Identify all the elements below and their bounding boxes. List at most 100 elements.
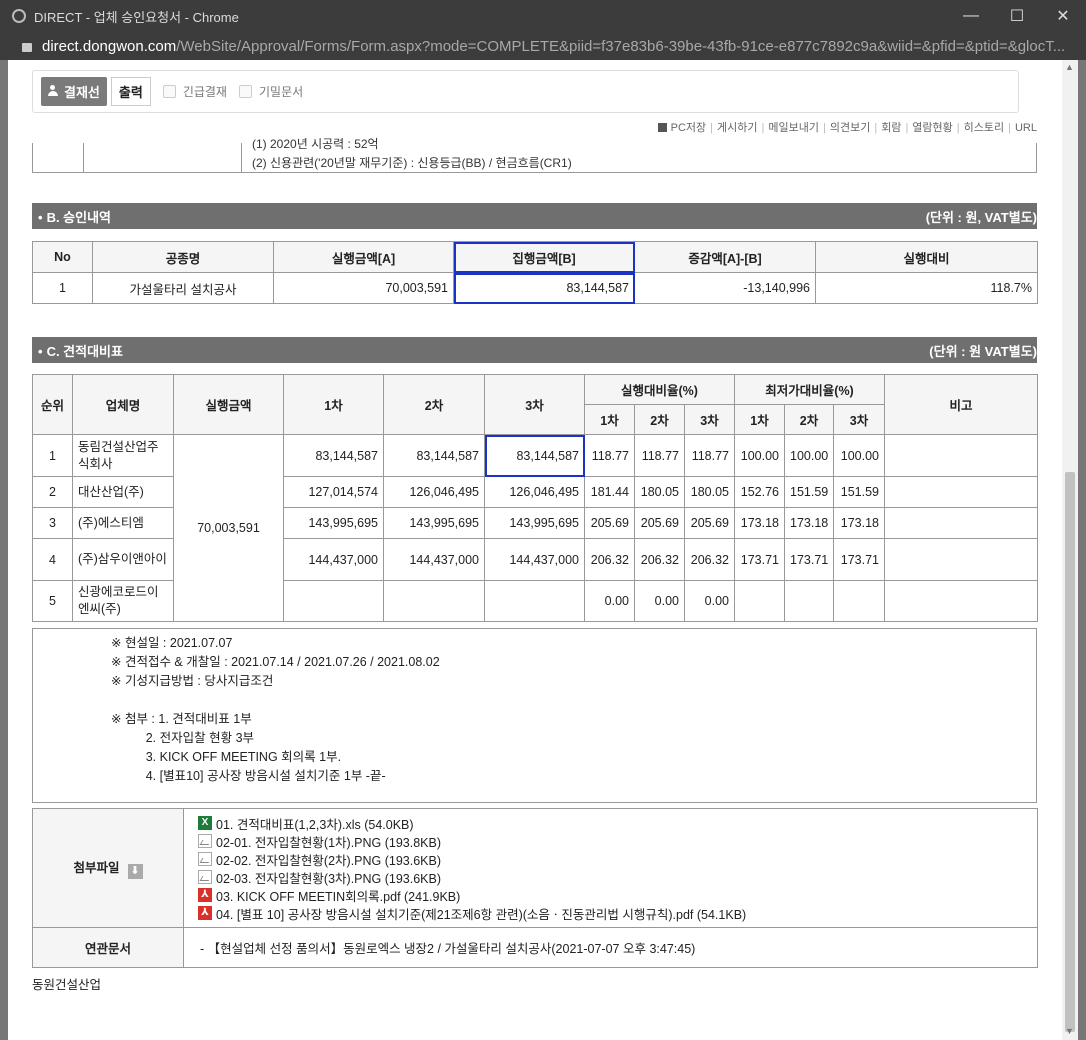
close-button[interactable]: ✕ [1040,6,1086,26]
attachments-table: 첨부파일 ⬇ X 01. 견적대비표(1,2,3차).xls (54.0KB) 02… [32,808,1038,968]
checkbox-box[interactable] [238,85,252,98]
cell-rank: 5 [32,580,73,622]
cell-min-ratio-1: 100.00 [734,434,785,477]
cell-vendor: (주)에스티엠 [72,507,174,539]
note-line: 3. KICK OFF MEETING 회의록 1부. [111,750,342,764]
scroll-up-icon[interactable]: ▲ [1065,62,1074,72]
urgent-checkbox[interactable]: 긴급결재 [162,83,227,100]
note-line: ※ 첨부 : 1. 견적대비표 1부 [111,712,252,726]
attachment-item[interactable]: ⅄ 03. KICK OFF MEETIN회의록.pdf (241.9KB) [198,886,1037,904]
link-mail[interactable]: 메일보내기 [768,122,819,134]
url-path: /WebSite/Approval/Forms/Form.aspx?mode=C… [176,37,1066,55]
prev-line-2: (2) 신용관련('20년말 재무기준) : 신용등급(BB) / 현금흐름(C… [252,156,572,170]
cell-min-ratio-2: 173.18 [784,507,834,539]
cell-exec-ratio-1: 205.69 [584,507,635,539]
cell-min-ratio-3: 173.71 [832,538,886,581]
urgent-label: 긴급결재 [182,85,227,99]
address-bar[interactable]: direct.dongwon.com/WebSite/Approval/Form… [0,32,1086,60]
cell-exec-ratio-3: 206.32 [684,538,735,581]
cell-min-ratio-2: 151.59 [784,476,834,508]
attachment-item[interactable]: 02-03. 전자입찰현황(3차).PNG (193.6KB) [198,868,1037,886]
link-circulate[interactable]: 회람 [881,122,901,134]
link-post[interactable]: 게시하기 [717,122,757,134]
minimize-button[interactable]: — [948,7,994,25]
col-header-round-2: 2차 [383,374,485,435]
image-file-icon [198,834,212,848]
attachment-name[interactable]: 03. KICK OFF MEETIN회의록.pdf (241.9KB) [216,886,460,905]
link-history[interactable]: 히스토리 [964,122,1004,134]
cell-min-ratio-3: 173.18 [832,507,886,539]
section-b-unit: (단위 : 원, VAT별도) [925,209,1037,225]
approval-line-button[interactable]: 결재선 [41,77,107,106]
previous-section-fragment: (1) 2020년 시공력 : 52억 (2) 신용관련('20년말 재무기준)… [32,137,1037,173]
cell-exec-ratio-1: 206.32 [584,538,635,581]
cell-vendor: 동림건설산업주식회사 [72,434,174,477]
attachment-name[interactable]: 02-02. 전자입찰현황(2차).PNG (193.6KB) [216,850,441,869]
background-page-right [1078,60,1086,1040]
attachment-item[interactable]: ⅄ 04. [별표 10] 공사장 방음시설 설치기준(제21조제6항 관련)(소… [198,904,1037,922]
maximize-button[interactable]: ☐ [994,6,1040,26]
pdf-file-icon: ⅄ [198,906,212,920]
scrollbar-thumb[interactable] [1065,472,1075,1032]
cell-note [884,538,1039,581]
cell-min-ratio-2: 100.00 [784,434,834,477]
cell-rank: 4 [32,538,73,581]
attachment-name[interactable]: 02-03. 전자입찰현황(3차).PNG (193.6KB) [216,868,441,887]
attachments-label: 첨부파일 [73,861,120,875]
cell-round-2 [383,580,485,622]
cell-exec: 70,003,591 [273,272,454,304]
vertical-scrollbar[interactable]: ▲ ▼ [1062,60,1078,1040]
cell-round-1: 143,995,695 [283,507,384,539]
attachment-name[interactable]: 02-01. 전자입찰현황(1차).PNG (193.8KB) [216,832,441,851]
cell-rank: 1 [32,434,73,477]
secret-checkbox[interactable]: 기밀문서 [238,83,303,100]
attachment-list: X 01. 견적대비표(1,2,3차).xls (54.0KB) 02-01. 전… [183,808,1038,928]
attachment-item[interactable]: X 01. 견적대비표(1,2,3차).xls (54.0KB) [198,814,1037,832]
attachment-item[interactable]: 02-01. 전자입찰현황(1차).PNG (193.8KB) [198,832,1037,850]
checkbox-box[interactable] [162,85,176,98]
attachments-label-cell: 첨부파일 ⬇ [32,808,184,928]
col-header-exec-amount: 실행금액 [173,374,284,435]
cell-round-3: 143,995,695 [484,507,585,539]
image-file-icon [198,852,212,866]
cell-exec-ratio-3: 180.05 [684,476,735,508]
cell-exec-ratio-2: 0.00 [634,580,685,622]
link-pc-save[interactable]: PC저장 [671,122,707,134]
related-document-link[interactable]: - 【현설업체 선정 품의서】동원로엑스 냉장2 / 가설울타리 설치공사(20… [183,927,1038,968]
cell-vendor: 신광에코로드이엔씨(주) [72,580,174,622]
cell-exec-ratio-3: 118.77 [684,434,735,477]
cell-min-ratio-3 [832,580,886,622]
print-button[interactable]: 출력 [110,77,151,106]
col-header-round-1: 1차 [283,374,384,435]
prev-line-1: (1) 2020년 시공력 : 52억 [252,137,379,151]
cell-round-1: 144,437,000 [283,538,384,581]
col-header-min-ratio-2: 2차 [784,404,834,435]
cell-min-ratio-3: 100.00 [832,434,886,477]
page-content: 결재선 출력 긴급결재 기밀문서 PC저장 | 게시하기 | 메일보내기 | 의견보기 | 회람… [8,60,1062,1040]
note-line: ※ 현설일 : 2021.07.07 [111,636,233,650]
attachment-name[interactable]: 01. 견적대비표(1,2,3차).xls (54.0KB) [216,814,414,833]
background-page-left [0,60,8,1040]
note-line: ※ 견적접수 & 개찰일 : 2021.07.14 / 2021.07.26 /… [111,655,440,669]
link-read-status[interactable]: 열람현황 [912,122,952,134]
col-header-work: 공종명 [92,241,274,273]
link-opinion[interactable]: 의견보기 [830,122,870,134]
col-header-min-ratio: 최저가대비율(%) [733,374,886,405]
download-icon[interactable]: ⬇ [127,864,143,879]
cell-vendor: 대산산업(주) [72,476,174,508]
cell-round-2: 126,046,495 [383,476,485,508]
scroll-down-icon[interactable]: ▼ [1065,1026,1074,1036]
cell-exec-ratio-2: 118.77 [634,434,685,477]
cell-round-1: 127,014,574 [283,476,384,508]
cell-min-ratio-1: 173.71 [734,538,785,581]
col-header-ratio: 실행대비 [815,241,1038,273]
section-c-unit: (단위 : 원 VAT별도) [929,343,1037,359]
link-url[interactable]: URL [1015,122,1037,134]
cell-rank: 2 [32,476,73,508]
cell-round-1 [283,580,384,622]
attachment-name[interactable]: 04. [별표 10] 공사장 방음시설 설치기준(제21조제6항 관련)(소음… [216,904,746,923]
attachment-item[interactable]: 02-02. 전자입찰현황(2차).PNG (193.6KB) [198,850,1037,868]
cell-no: 1 [32,272,93,304]
save-icon [657,123,667,132]
cell-exec-ratio-2: 206.32 [634,538,685,581]
